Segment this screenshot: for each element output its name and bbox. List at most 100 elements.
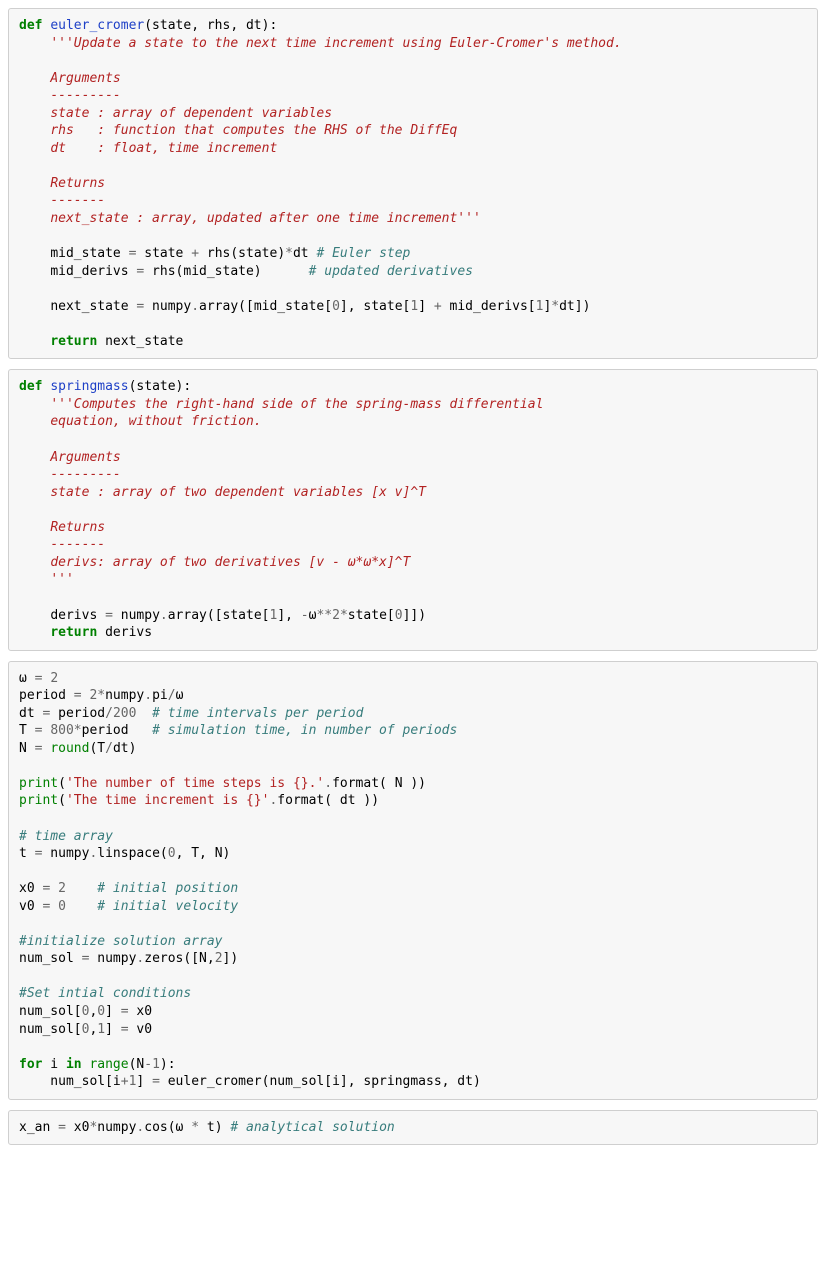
op: *	[551, 299, 559, 314]
code-cell-2[interactable]: def springmass(state): '''Computes the r…	[8, 369, 818, 650]
op: /	[105, 706, 113, 721]
code-text: next_state	[97, 334, 183, 349]
code-cell-4[interactable]: x_an = x0*numpy.cos(ω * t) # analytical …	[8, 1110, 818, 1146]
num: 2	[58, 881, 66, 896]
string: 'The time increment is {}'	[66, 793, 270, 808]
docstring-line: Arguments	[50, 71, 120, 86]
code-text: ],	[277, 608, 300, 623]
code-text: ω	[176, 688, 184, 703]
keyword-def: def	[19, 379, 42, 394]
code-text: ):	[160, 1057, 176, 1072]
op: +	[121, 1074, 129, 1089]
num: 0	[58, 899, 66, 914]
code-text: ω	[19, 671, 35, 686]
code-text: ]	[136, 1074, 152, 1089]
code-text: (N	[129, 1057, 145, 1072]
op: =	[74, 688, 82, 703]
op: /	[105, 741, 113, 756]
num: 200	[113, 706, 136, 721]
code-text: numpy	[113, 608, 160, 623]
params: (state):	[129, 379, 192, 394]
code-text: rhs(mid_state)	[144, 264, 308, 279]
comment: #Set intial conditions	[19, 986, 191, 1001]
code-text: num_sol	[19, 951, 82, 966]
op: .	[144, 688, 152, 703]
docstring-line: derivs: array of two derivatives [v - ω*…	[50, 555, 410, 570]
op: =	[121, 1004, 129, 1019]
code-text: numpy	[105, 688, 144, 703]
code-text: dt)	[113, 741, 136, 756]
docstring-line: rhs : function that computes the RHS of …	[50, 123, 457, 138]
docstring-line: -------	[50, 537, 105, 552]
code-text: i	[42, 1057, 65, 1072]
comment: # initial position	[97, 881, 238, 896]
code-text: mid_derivs[	[442, 299, 536, 314]
num: 0	[332, 299, 340, 314]
code-text: period	[19, 688, 74, 703]
code-text: rhs(state)	[199, 246, 285, 261]
code-text: v0	[19, 899, 42, 914]
op: -	[144, 1057, 152, 1072]
code-text	[50, 899, 58, 914]
comment: # updated derivatives	[309, 264, 473, 279]
num: 2	[215, 951, 223, 966]
docstring-line: next_state : array, updated after one ti…	[50, 211, 480, 226]
docstring-line: '''Computes the right-hand side of the s…	[50, 397, 543, 412]
code-text: numpy	[42, 846, 89, 861]
op: =	[105, 608, 113, 623]
op: /	[168, 688, 176, 703]
code-text: (	[58, 776, 66, 791]
code-text	[136, 706, 152, 721]
code-text: t)	[199, 1120, 230, 1135]
code-text: num_sol[	[19, 1004, 82, 1019]
code-text: linspace(	[97, 846, 167, 861]
code-text: mid_state	[50, 246, 128, 261]
builtin-print: print	[19, 776, 58, 791]
code-text: format( N ))	[332, 776, 426, 791]
op: .	[324, 776, 332, 791]
comment: # initial velocity	[97, 899, 238, 914]
code-text: ], state[	[340, 299, 410, 314]
keyword-for: for	[19, 1057, 42, 1072]
code-text: array([state[	[168, 608, 270, 623]
num: 2	[332, 608, 340, 623]
code-text: v0	[129, 1022, 152, 1037]
code-text	[66, 899, 97, 914]
code-text: N	[19, 741, 35, 756]
num: 800	[50, 723, 73, 738]
keyword-in: in	[66, 1057, 82, 1072]
num: 1	[97, 1022, 105, 1037]
code-text: x_an	[19, 1120, 58, 1135]
op: -	[301, 608, 309, 623]
op: **	[316, 608, 332, 623]
code-text: cos(ω	[144, 1120, 191, 1135]
code-text: (T	[89, 741, 105, 756]
docstring-line: ---------	[50, 467, 120, 482]
comment: # time array	[19, 829, 113, 844]
code-cell-3[interactable]: ω = 2 period = 2*numpy.pi/ω dt = period/…	[8, 661, 818, 1100]
code-text: x0	[19, 881, 42, 896]
op: *	[97, 688, 105, 703]
code-text: state[	[348, 608, 395, 623]
code-text: euler_cromer(num_sol[i], springmass, dt)	[160, 1074, 481, 1089]
code-cell-1[interactable]: def euler_cromer(state, rhs, dt): '''Upd…	[8, 8, 818, 359]
code-text	[66, 881, 97, 896]
code-text: ]	[105, 1004, 121, 1019]
keyword-def: def	[19, 18, 42, 33]
comment: # Euler step	[316, 246, 410, 261]
code-text: ]	[105, 1022, 121, 1037]
docstring-line: state : array of two dependent variables…	[50, 485, 426, 500]
code-text: pi	[152, 688, 168, 703]
op: *	[74, 723, 82, 738]
keyword-return: return	[50, 625, 97, 640]
builtin: round	[50, 741, 89, 756]
builtin-range: range	[89, 1057, 128, 1072]
code-text: derivs	[50, 608, 105, 623]
op: =	[152, 1074, 160, 1089]
code-text: , T, N)	[176, 846, 231, 861]
comment: #initialize solution array	[19, 934, 223, 949]
code-text: period	[82, 723, 152, 738]
op: .	[160, 608, 168, 623]
docstring-line: '''Update a state to the next time incre…	[50, 36, 621, 51]
code-text: x0	[66, 1120, 89, 1135]
